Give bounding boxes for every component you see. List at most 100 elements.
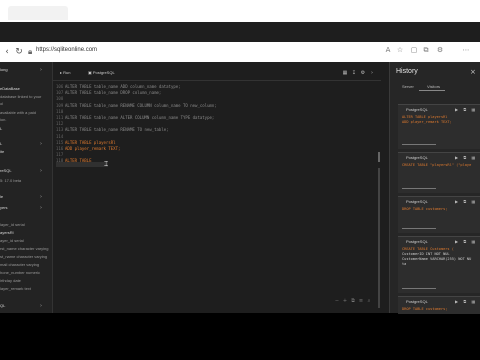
chevron-right-icon[interactable]: › (40, 194, 42, 200)
sidebar-item[interactable]: available with a paid (0, 110, 36, 115)
history-title: History (396, 68, 418, 75)
sidebar-item[interactable]: layer_id serial (0, 222, 25, 227)
history-card-scrollbar[interactable] (402, 228, 436, 229)
collections-icon[interactable]: ⧉ (422, 46, 430, 54)
more-icon[interactable]: ⋯ (462, 46, 470, 54)
sidebar-item[interactable]: QL (0, 303, 5, 308)
history-card-actions-icon[interactable]: ▶ ⧉ ▦ (455, 239, 477, 244)
expand-icon[interactable]: › (369, 70, 375, 76)
refresh-icon[interactable]: ↻ (14, 47, 24, 57)
editor-tab-label: PostgreSQL (92, 70, 115, 75)
zoom-in-icon[interactable]: + (342, 298, 348, 304)
sidebar-item[interactable]: ite (0, 149, 4, 154)
code-line[interactable]: 108 (56, 96, 65, 101)
history-card-actions-icon[interactable]: ▶ ⧉ ▦ (455, 107, 477, 112)
history-card-code: CustomerID INT NOT NUL (402, 252, 450, 256)
history-card-code: CREATE TABLE "playersRl" ("playe (402, 163, 472, 167)
sidebar-item[interactable]: layer_remark text (0, 286, 31, 291)
browser-tab-strip (0, 0, 480, 22)
line-number: 116 (56, 146, 64, 151)
sidebar-item[interactable]: hone_number numeric (0, 270, 40, 275)
code-line[interactable]: 107 ALTER TABLE table_name DROP column_na… (56, 90, 161, 95)
history-card-title: PostgreSQL (406, 107, 428, 112)
sidebar-item[interactable]: mail character varying (0, 262, 39, 267)
editor-scrollbar-thumb[interactable] (378, 152, 380, 162)
sidebar-item[interactable]: ayer_id serial (0, 238, 24, 243)
editor-tab-postgresql[interactable]: ▣ PostgreSQL (88, 70, 115, 75)
code-line[interactable]: 117 (56, 152, 65, 157)
code-text: ALTER TABLE (65, 158, 92, 164)
code-line[interactable]: 110 (56, 109, 65, 114)
url-field[interactable]: https://sqliteonline.com (36, 47, 97, 53)
sidebar-item[interactable]: long (0, 67, 8, 72)
code-text: ALTER TABLE table_name RENAME TO new_tab… (65, 127, 169, 133)
code-line[interactable]: 115 ALTER TABLE playersRl (56, 140, 116, 145)
lock-icon[interactable]: 🔒︎ (28, 47, 32, 57)
sidebar-item[interactable]: L (0, 141, 2, 146)
export-icon[interactable]: ↧ (351, 70, 357, 76)
table-icon[interactable]: ▦ (342, 70, 348, 76)
settings-icon[interactable]: ⚙ (360, 70, 366, 76)
copy-icon[interactable]: ⧉ (350, 298, 356, 304)
line-number: 118 (56, 158, 64, 164)
favorite-icon[interactable]: ☆ (396, 46, 404, 54)
sidebar-item[interactable]: reSQL (0, 168, 12, 173)
chevron-right-icon[interactable]: › (40, 205, 42, 211)
sidebar-item[interactable]: le (0, 194, 3, 199)
chevron-right-icon[interactable]: › (40, 303, 42, 309)
history-card-code: ta (402, 262, 407, 266)
history-tab-indicator (419, 90, 445, 91)
chevron-right-icon[interactable]: › (40, 67, 42, 73)
history-card-scrollbar[interactable] (402, 144, 436, 145)
history-card-actions-icon[interactable]: ▶ ⧉ ▦ (455, 199, 477, 204)
split-icon[interactable]: ▢ (410, 46, 418, 54)
code-line[interactable]: 114 (56, 134, 65, 139)
editor-pane (53, 62, 381, 313)
code-line[interactable]: 112 (56, 121, 65, 126)
text-cursor-icon: ⌶ (104, 160, 109, 168)
chevron-right-icon[interactable]: › (40, 141, 42, 147)
history-card-title: PostgreSQL (406, 199, 428, 204)
search-icon[interactable]: ⌕ (366, 298, 372, 304)
reader-icon[interactable]: A (384, 46, 392, 54)
code-line[interactable]: 106 ALTER TABLE table_name ADD column_nam… (56, 84, 181, 89)
history-card-actions-icon[interactable]: ▶ ⧉ ▦ (455, 299, 477, 304)
zoom-out-icon[interactable]: − (334, 298, 340, 304)
sidebar-item[interactable]: 5: 17.0 beta (0, 178, 21, 183)
sidebar-item[interactable]: irthday date (0, 278, 21, 283)
browser-tab[interactable] (8, 6, 68, 20)
history-card[interactable] (398, 236, 480, 293)
run-button[interactable]: ▸ Run (60, 70, 70, 75)
sidebar-item[interactable]: ion. (0, 117, 6, 122)
run-label: Run (63, 70, 71, 75)
back-icon[interactable]: ‹ (2, 47, 12, 57)
history-card-scrollbar[interactable] (402, 188, 436, 189)
extensions-icon[interactable]: ⚙ (436, 46, 444, 54)
line-number: 111 (56, 115, 64, 120)
sidebar-item[interactable]: ayersRl (0, 230, 14, 235)
close-icon[interactable]: × (470, 68, 476, 76)
sidebar-item[interactable]: st_name character varying (0, 254, 47, 259)
history-card-actions-icon[interactable]: ▶ ⧉ ▦ (455, 155, 477, 160)
line-number: 112 (56, 121, 64, 127)
sidebar-item[interactable]: ol (0, 101, 3, 106)
code-line[interactable]: 109 ALTER TABLE table_name RENAME COLUMN … (56, 103, 217, 108)
history-tab-visitors[interactable]: Visitors (427, 84, 440, 89)
editor-scrollbar-track[interactable] (378, 168, 380, 308)
format-icon[interactable]: ≡ (358, 298, 364, 304)
code-line[interactable]: 118 ALTER TABLE (56, 158, 92, 163)
history-tab-server[interactable]: Server (402, 84, 414, 89)
history-card-scrollbar[interactable] (402, 288, 436, 289)
code-line[interactable]: 113 ALTER TABLE table_name RENAME TO new_… (56, 127, 169, 132)
sidebar-item[interactable]: database linked to your (0, 94, 41, 99)
chevron-right-icon[interactable]: › (40, 168, 42, 174)
code-line[interactable]: 111 ALTER TABLE table_name ALTER COLUMN c… (56, 115, 214, 120)
sidebar-item[interactable]: yers (0, 205, 8, 210)
sidebar-item[interactable]: L (0, 126, 2, 131)
history-card-title: PostgreSQL (406, 239, 428, 244)
history-card-title: PostgreSQL (406, 299, 428, 304)
sidebar-item[interactable]: rst_name character varying (0, 246, 48, 251)
code-line[interactable]: 116 ADD player_remark TEXT; (56, 146, 120, 151)
line-number: 114 (56, 133, 64, 139)
sidebar-item[interactable]: eDataBase (0, 86, 20, 91)
